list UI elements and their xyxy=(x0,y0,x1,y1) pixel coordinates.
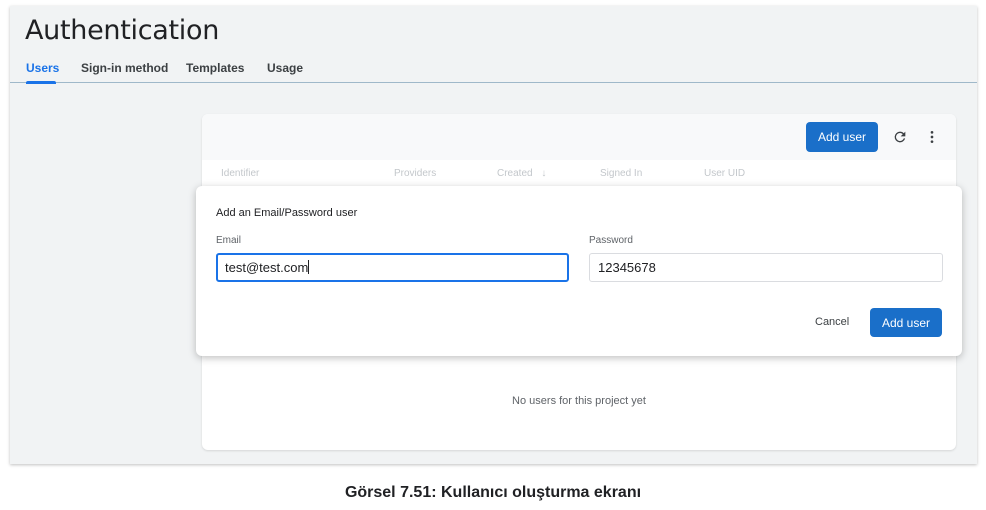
password-value: 12345678 xyxy=(598,260,656,275)
active-tab-indicator xyxy=(26,81,56,84)
column-header-providers[interactable]: Providers xyxy=(394,168,436,179)
dialog-title: Add an Email/Password user xyxy=(216,207,358,219)
app-screen: Authentication Users Sign-in method Temp… xyxy=(10,6,977,464)
tab-users[interactable]: Users xyxy=(26,61,59,75)
column-header-identifier[interactable]: Identifier xyxy=(221,168,259,179)
add-user-button[interactable]: Add user xyxy=(806,122,878,152)
card-toolbar: Add user xyxy=(202,114,956,160)
column-header-user-uid[interactable]: User UID xyxy=(704,168,745,179)
refresh-icon[interactable] xyxy=(889,126,911,148)
figure-caption: Görsel 7.51: Kullanıcı oluşturma ekranı xyxy=(344,484,642,501)
tab-bar: Users Sign-in method Templates Usage xyxy=(10,58,977,83)
column-header-created-label: Created xyxy=(497,168,533,179)
password-label: Password xyxy=(589,235,633,246)
column-header-signed-in[interactable]: Signed In xyxy=(600,168,642,179)
cancel-button[interactable]: Cancel xyxy=(815,316,849,328)
more-vert-icon[interactable] xyxy=(921,126,943,148)
email-field[interactable]: test@test.com xyxy=(216,253,569,282)
password-field[interactable]: 12345678 xyxy=(589,253,943,282)
tab-sign-in-method[interactable]: Sign-in method xyxy=(81,61,168,75)
tab-usage[interactable]: Usage xyxy=(267,61,303,75)
text-caret xyxy=(308,260,310,274)
email-label: Email xyxy=(216,235,242,246)
add-user-dialog: Add an Email/Password user Email test@te… xyxy=(196,186,962,356)
column-header-created[interactable]: Created ↓ xyxy=(497,168,546,179)
email-value: test@test.com xyxy=(225,260,309,275)
tab-templates[interactable]: Templates xyxy=(186,61,244,75)
arrow-down-icon: ↓ xyxy=(541,168,547,179)
dialog-add-user-button[interactable]: Add user xyxy=(870,308,942,337)
empty-state-message: No users for this project yet xyxy=(512,395,646,407)
page-title: Authentication xyxy=(25,15,220,46)
